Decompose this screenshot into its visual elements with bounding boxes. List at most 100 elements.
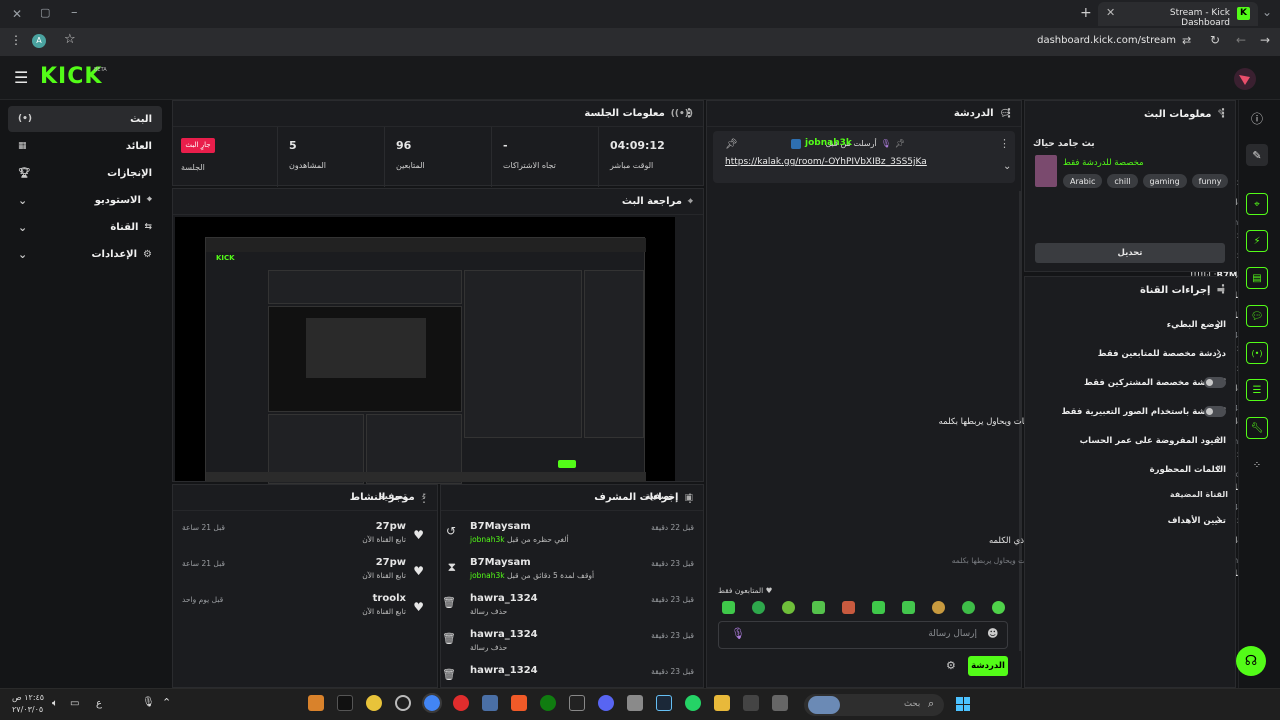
back-icon[interactable]: → (1260, 33, 1270, 47)
app-icon[interactable] (308, 695, 324, 711)
shield-app-icon[interactable] (482, 695, 498, 711)
mic-icon[interactable]: 🎙︎ (731, 627, 745, 640)
emote-icon[interactable] (842, 601, 855, 614)
emote-icon[interactable] (992, 601, 1005, 614)
mod-target-user[interactable]: hawra_1324 (470, 665, 538, 676)
emote-icon[interactable] (782, 601, 795, 614)
microphone-tray-icon[interactable]: 🎙︎ (142, 697, 155, 708)
chrome-active-icon[interactable] (422, 693, 442, 713)
steam-icon[interactable] (656, 695, 672, 711)
chat-input[interactable]: 🎙︎ إرسال رسالة ☻ (718, 621, 1008, 649)
tag-chip[interactable]: funny (1191, 174, 1229, 188)
chat-settings-icon[interactable]: ⚙ (946, 659, 956, 672)
bookmark-star-icon[interactable]: ☆ (64, 32, 76, 47)
chevron-down-icon[interactable]: ⌄ (1003, 161, 1011, 172)
chat-tool-icon[interactable]: 💬︎ (1246, 305, 1268, 327)
chevron-right-icon[interactable]: › (1216, 316, 1221, 331)
followers-only-setting[interactable]: دردشة مخصصة للمتابعين فقط (1026, 340, 1232, 368)
active-tab[interactable]: ✕ Stream - Kick Dashboard K (1098, 2, 1258, 28)
slow-mode-setting[interactable]: الوضع البطيء (1026, 311, 1232, 339)
wrench-tool-icon[interactable]: 🔧︎ (1246, 417, 1268, 439)
edit-stream-info-button[interactable]: تحديل (1035, 243, 1225, 263)
clock-time[interactable]: ١٢:٤٥ ص (12, 693, 44, 702)
xbox-icon[interactable] (540, 695, 556, 711)
close-window-icon[interactable]: ✕ (12, 7, 22, 21)
sidebar-item-stream[interactable]: البث (•) (8, 106, 162, 132)
pinned-menu-icon[interactable]: ⋮ (999, 137, 1010, 150)
panel-menu-icon[interactable]: ⋮ (683, 107, 695, 119)
emote-icon[interactable] (872, 601, 885, 614)
mod-target-user[interactable]: hawra_1324 (470, 593, 538, 604)
file-explorer-icon[interactable] (714, 695, 730, 711)
volume-icon[interactable]: 🔈︎ (52, 698, 58, 709)
windows-start-icon[interactable] (956, 697, 970, 711)
clipboard-tool-icon[interactable]: ▤ (1246, 267, 1268, 289)
studio-tool-icon[interactable]: ⌖ (1246, 193, 1268, 215)
account-age-setting[interactable]: القيود المفروضة على عمر الحساب (1026, 427, 1232, 455)
activity-user[interactable]: troolx (373, 593, 406, 604)
epic-games-icon[interactable] (569, 695, 585, 711)
new-tab-icon[interactable]: + (1080, 5, 1092, 21)
browser-menu-icon[interactable]: ⋮ (10, 33, 22, 47)
site-settings-icon[interactable]: ⇄ (1182, 34, 1191, 47)
hamburger-menu-icon[interactable]: ☰ (14, 68, 28, 87)
reload-icon[interactable]: ↻ (1210, 33, 1220, 47)
chrome-icon[interactable] (366, 695, 382, 711)
info-icon[interactable]: ⓘ (1251, 110, 1263, 127)
url-text[interactable]: dashboard.kick.com/stream (1000, 35, 1176, 46)
pinned-link[interactable]: https://kalak.gg/room/-OYhPIVbXIBz_3SS5j… (725, 157, 927, 167)
pinned-by-user[interactable]: jobnah3k (805, 138, 852, 148)
network-icon[interactable]: ▭ (70, 698, 79, 709)
tag-chip[interactable]: chill (1107, 174, 1138, 188)
category-thumbnail[interactable] (1035, 155, 1057, 187)
tiktok-icon[interactable] (337, 695, 353, 711)
taskbar-search[interactable]: بحث ⌕ (804, 694, 944, 716)
brave-icon[interactable] (511, 695, 527, 711)
chevron-right-icon[interactable]: › (1216, 432, 1221, 447)
language-indicator[interactable]: ع (96, 698, 102, 709)
emote-icon[interactable] (722, 601, 735, 614)
broadcast-tool-icon[interactable]: (•) (1246, 342, 1268, 364)
emote-icon[interactable] (902, 601, 915, 614)
openai-icon[interactable] (395, 695, 411, 711)
task-view-icon[interactable] (772, 695, 788, 711)
send-chat-button[interactable]: الدردشة (968, 656, 1008, 676)
bolt-tool-icon[interactable]: ⚡︎ (1246, 230, 1268, 252)
chevron-right-icon[interactable]: › (1216, 512, 1221, 527)
category-name[interactable]: مخصصة للدردشة فقط (1063, 158, 1144, 168)
whatsapp-icon[interactable] (685, 695, 701, 711)
close-tab-icon[interactable]: ✕ (1106, 6, 1115, 19)
emote-icon[interactable] (812, 601, 825, 614)
apps-tool-icon[interactable]: ⁘ (1246, 454, 1268, 476)
mod-target-user[interactable]: hawra_1324 (470, 629, 538, 640)
support-button[interactable]: ☊ (1236, 646, 1266, 676)
emote-icon[interactable] (752, 601, 765, 614)
emote-icon[interactable] (962, 601, 975, 614)
minimize-window-icon[interactable]: – (71, 5, 78, 20)
list-tool-icon[interactable]: ☰ (1246, 379, 1268, 401)
media-player-icon[interactable] (453, 695, 469, 711)
discord-icon[interactable] (598, 695, 614, 711)
profile-avatar[interactable]: A (32, 34, 46, 48)
pin-icon[interactable]: 📌︎ (725, 139, 738, 150)
banned-words-setting[interactable]: الكلمات المحظورة (1026, 456, 1232, 484)
tray-chevron-icon[interactable]: ⌃ (162, 696, 171, 709)
forward-icon[interactable]: ← (1236, 33, 1246, 47)
activity-filter-button[interactable]: تصفية (379, 492, 407, 502)
store-icon[interactable] (627, 695, 643, 711)
edit-tool-icon[interactable]: ✎ (1246, 144, 1268, 166)
emote-icon[interactable] (932, 601, 945, 614)
mod-filter-button[interactable]: تصفية (645, 492, 673, 502)
tag-chip[interactable]: gaming (1142, 174, 1187, 188)
tab-search-icon[interactable]: ⌄ (1262, 5, 1272, 19)
chevron-right-icon[interactable]: › (1216, 461, 1221, 476)
emoji-icon[interactable]: ☻ (987, 627, 998, 640)
sidebar-item-revenue[interactable]: العائد ▦ (8, 133, 162, 159)
set-goals-setting[interactable]: تعيين الأهداف (1026, 507, 1232, 535)
clock-date[interactable]: ٢٧/٠٣/٠٥ (12, 705, 43, 714)
emotes-only-toggle[interactable] (1204, 406, 1226, 417)
subscribers-only-toggle[interactable] (1204, 377, 1226, 388)
chevron-right-icon[interactable]: › (1216, 345, 1221, 360)
capcut-icon[interactable] (743, 695, 759, 711)
user-avatar[interactable] (1234, 68, 1256, 90)
